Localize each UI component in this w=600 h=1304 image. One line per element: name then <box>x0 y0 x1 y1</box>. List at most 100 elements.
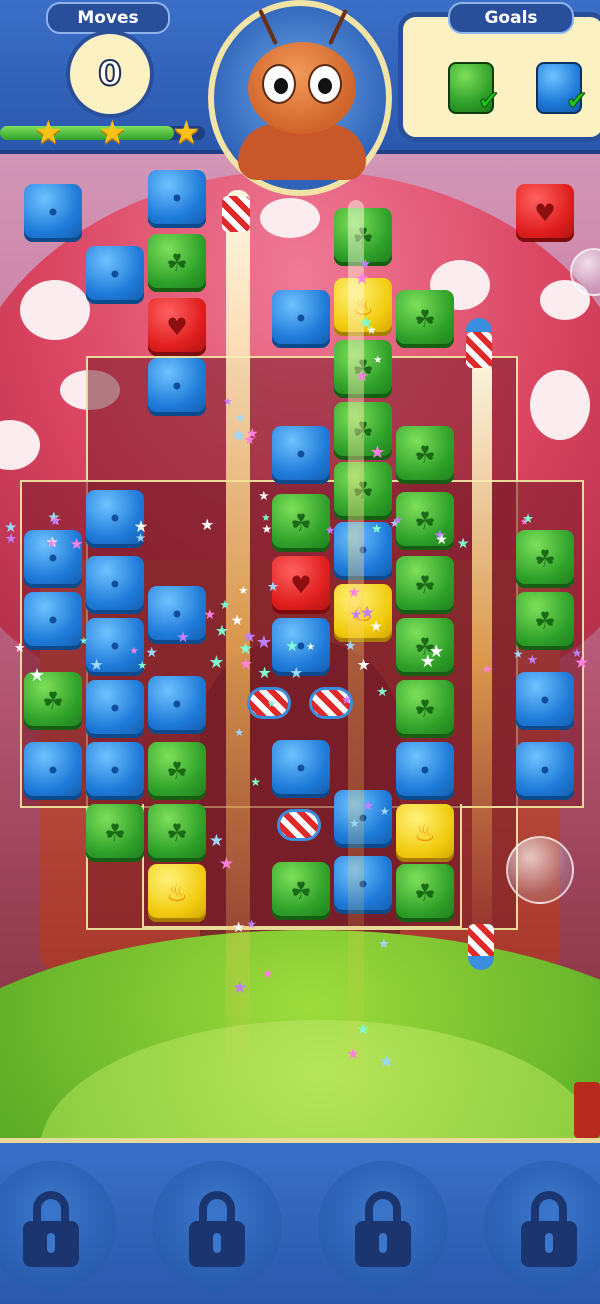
sparkle-star: ★ <box>234 411 246 426</box>
sparkle-star: ★ <box>522 512 534 528</box>
drop-icon: • <box>107 571 123 599</box>
moves-counter: 0 <box>66 30 154 118</box>
drop-icon: • <box>107 261 123 289</box>
drop-icon: • <box>107 757 123 785</box>
sparkle-star: ★ <box>79 635 89 647</box>
yellow-cube[interactable]: ♨ <box>148 864 206 922</box>
sparkle-star: ★ <box>137 658 148 672</box>
sparkle-star: ★ <box>239 655 253 674</box>
leaf-icon: ☘ <box>414 695 436 723</box>
green-cube[interactable]: ☘ <box>148 234 206 292</box>
sparkle-star: ★ <box>255 631 272 653</box>
blue-cube[interactable]: • <box>516 742 574 800</box>
booster-bar <box>0 1138 600 1304</box>
blue-cube[interactable]: • <box>24 742 82 800</box>
blue-cube[interactable]: • <box>272 426 330 484</box>
blue-cube[interactable]: • <box>516 672 574 730</box>
leaf-icon: ☘ <box>166 249 188 277</box>
booster-slot-4[interactable] <box>484 1161 600 1291</box>
leaf-icon: ☘ <box>414 441 436 469</box>
sparkle-star: ★ <box>46 535 57 550</box>
drop-icon: • <box>45 607 61 635</box>
ant-antenna <box>258 8 278 46</box>
red-cube[interactable]: ♥ <box>272 556 330 614</box>
blue-cube[interactable]: • <box>148 358 206 416</box>
sparkle-star: ★ <box>218 853 235 874</box>
mushroom-spot <box>260 198 320 238</box>
blue-cube[interactable]: • <box>148 676 206 734</box>
green-cube[interactable]: ☘ <box>516 592 574 650</box>
checkmark-icon: ✔ <box>566 86 589 116</box>
green-cube[interactable]: ☘ <box>396 556 454 614</box>
blue-cube[interactable]: • <box>272 740 330 798</box>
checkmark-icon: ✔ <box>478 86 501 116</box>
sparkle-star: ★ <box>223 396 233 409</box>
drop-icon: • <box>45 757 61 785</box>
blue-cube[interactable]: • <box>86 246 144 304</box>
green-cube[interactable]: ☘ <box>272 494 330 552</box>
green-cube[interactable]: ☘ <box>396 864 454 922</box>
flower-pot <box>574 1082 600 1138</box>
sparkle-star: ★ <box>242 627 257 647</box>
sparkle-star: ★ <box>379 805 390 819</box>
sparkle-star: ★ <box>419 651 436 672</box>
rocket-blast-trail <box>472 360 492 960</box>
sparkle-star: ★ <box>356 1021 370 1038</box>
blue-cube[interactable]: • <box>24 184 82 242</box>
blue-cube[interactable]: • <box>396 742 454 800</box>
green-cube[interactable]: ☘ <box>396 680 454 738</box>
sparkle-star: ★ <box>261 522 273 537</box>
sparkle-star: ★ <box>219 596 231 612</box>
green-cube[interactable]: ☘ <box>148 804 206 862</box>
green-cube[interactable]: ☘ <box>396 426 454 484</box>
sparkle-star: ★ <box>262 966 274 982</box>
blue-cube[interactable]: • <box>148 170 206 228</box>
sparkle-star: ★ <box>215 622 229 640</box>
sparkle-star: ★ <box>356 655 371 674</box>
star-icon: ★ <box>172 113 201 151</box>
drop-icon: • <box>107 505 123 533</box>
sparkle-star: ★ <box>250 775 262 790</box>
booster-slot-2[interactable] <box>152 1161 282 1291</box>
booster-slot-1[interactable] <box>0 1161 116 1291</box>
ant-head <box>248 42 356 134</box>
booster-slot-3[interactable] <box>318 1161 448 1291</box>
sparkle-star: ★ <box>231 918 246 936</box>
sparkle-star: ★ <box>435 532 448 549</box>
red-cube[interactable]: ♥ <box>516 184 574 242</box>
green-cube[interactable]: ☘ <box>148 742 206 800</box>
sparkle-star: ★ <box>349 817 360 831</box>
leaf-icon: ☘ <box>42 687 64 715</box>
sparkle-star: ★ <box>392 513 403 528</box>
green-cube[interactable]: ☘ <box>272 862 330 920</box>
rocket-booster[interactable] <box>280 812 318 838</box>
leaf-icon: ☘ <box>534 545 556 573</box>
yellow-cube[interactable]: ♨ <box>396 804 454 862</box>
flame-icon: ♨ <box>166 879 188 907</box>
sparkle-star: ★ <box>358 313 374 333</box>
sparkle-star: ★ <box>346 1044 360 1063</box>
heart-icon: ♥ <box>166 313 188 341</box>
sparkle-star: ★ <box>359 601 375 622</box>
blue-cube[interactable]: • <box>272 290 330 348</box>
blue-cube[interactable]: • <box>86 680 144 738</box>
green-cube[interactable]: ☘ <box>516 530 574 588</box>
sparkle-star: ★ <box>481 662 492 676</box>
sparkle-star: ★ <box>325 522 336 537</box>
blue-cube[interactable]: • <box>86 556 144 614</box>
drop-icon: • <box>293 755 309 783</box>
red-cube[interactable]: ♥ <box>148 298 206 356</box>
blue-cube[interactable]: • <box>86 742 144 800</box>
bubble <box>506 836 574 904</box>
sparkle-star: ★ <box>4 530 18 547</box>
green-cube[interactable]: ☘ <box>86 804 144 862</box>
flame-icon: ♨ <box>414 819 436 847</box>
sparkle-star: ★ <box>285 637 299 656</box>
green-cube[interactable]: ☘ <box>396 290 454 348</box>
drop-icon: • <box>107 695 123 723</box>
drop-icon: • <box>45 199 61 227</box>
drop-icon: • <box>293 305 309 333</box>
sparkle-star: ★ <box>526 652 539 668</box>
blue-cube[interactable]: • <box>24 592 82 650</box>
sparkle-star: ★ <box>208 653 225 674</box>
